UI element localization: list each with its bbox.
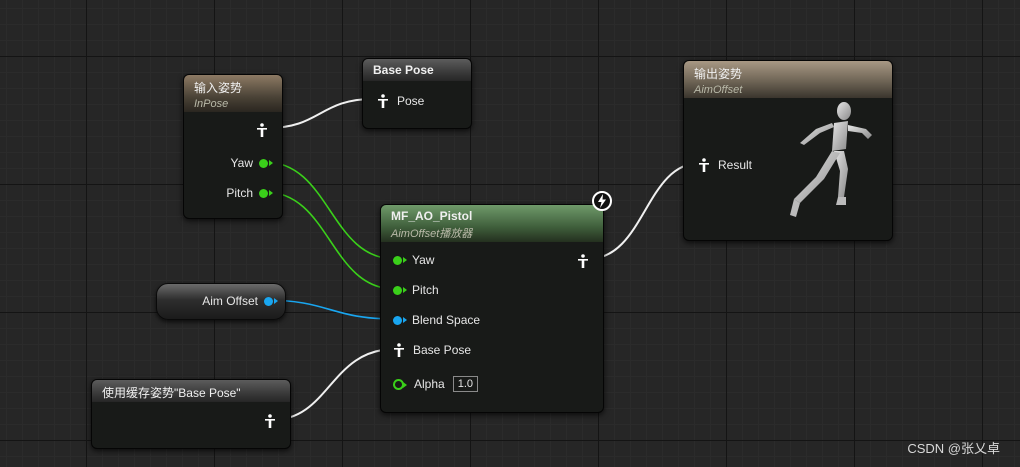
ao-blend-space-label: Blend Space	[412, 313, 481, 327]
alpha-value-field[interactable]: 1.0	[452, 376, 478, 392]
wire-inpose-to-basepose	[267, 98, 374, 129]
base-pose-pin-label: Pose	[397, 94, 425, 108]
output-pose-title: 输出姿势	[694, 67, 743, 81]
input-pose-pitch-pin[interactable]: Pitch	[226, 186, 273, 200]
yaw-label: Yaw	[230, 156, 253, 170]
ao-base-pose-pin[interactable]: Base Pose	[393, 343, 471, 357]
ao-alpha-pin[interactable]: Alpha 1.0	[393, 376, 478, 392]
aim-offset-player-subtitle: AimOffset播放器	[391, 228, 473, 240]
input-pose-header[interactable]: 输入姿势 InPose	[184, 75, 282, 112]
pose-pin-icon	[378, 94, 388, 108]
pose-pin-icon	[394, 343, 404, 357]
ao-pitch-label: Pitch	[412, 283, 439, 297]
input-pose-subtitle: InPose	[194, 98, 229, 110]
fast-path-lightning-icon	[592, 191, 612, 211]
base-pose-title: Base Pose	[373, 63, 434, 77]
aim-offset-label: Aim Offset	[202, 294, 258, 308]
base-pose-header[interactable]: Base Pose	[363, 59, 471, 81]
input-pose-node[interactable]: 输入姿势 InPose Yaw Pitch	[183, 74, 283, 219]
aim-offset-player-node[interactable]: MF_AO_Pistol AimOffset播放器 Yaw Pitch Blen…	[380, 204, 604, 413]
cached-pose-header[interactable]: 使用缓存姿势"Base Pose"	[92, 380, 290, 402]
output-result-pin[interactable]: Result	[698, 158, 752, 172]
running-mannequin-icon	[790, 102, 872, 217]
ao-yaw-pin[interactable]: Yaw	[393, 253, 434, 267]
output-pose-subtitle: AimOffset	[694, 84, 743, 96]
input-pose-yaw-pin[interactable]: Yaw	[230, 156, 273, 170]
ao-yaw-label: Yaw	[412, 253, 435, 267]
input-pose-output-pin[interactable]	[256, 123, 268, 137]
aim-offset-pin-dot[interactable]	[264, 296, 278, 306]
input-pose-title: 输入姿势	[194, 81, 243, 95]
output-pose-node[interactable]: 输出姿势 AimOffset Result	[683, 60, 893, 241]
pose-pin-icon	[265, 414, 275, 428]
ao-blend-space-pin[interactable]: Blend Space	[393, 313, 480, 327]
output-pose-header[interactable]: 输出姿势 AimOffset	[684, 61, 892, 98]
pose-pin-icon	[699, 158, 709, 172]
pitch-label: Pitch	[226, 186, 253, 200]
ao-pitch-pin[interactable]: Pitch	[393, 283, 439, 297]
cached-pose-output-pin[interactable]	[264, 414, 276, 428]
ao-pitch-pin-dot[interactable]	[393, 285, 407, 295]
ao-output-pose-pin[interactable]	[577, 254, 589, 268]
pose-pin-icon	[578, 254, 588, 268]
pose-pin-icon	[257, 123, 267, 137]
cached-pose-node[interactable]: 使用缓存姿势"Base Pose"	[91, 379, 291, 449]
ao-alpha-label: Alpha	[414, 377, 445, 391]
base-pose-input-pin[interactable]: Pose	[377, 94, 424, 108]
pitch-pin-dot[interactable]	[259, 188, 273, 198]
cached-pose-title: 使用缓存姿势"Base Pose"	[102, 386, 241, 400]
watermark: CSDN @张乂卓	[907, 441, 1000, 456]
ao-alpha-pin-dot[interactable]	[393, 378, 407, 390]
aim-offset-variable-pin[interactable]: Aim Offset	[202, 294, 278, 308]
ao-base-pose-label: Base Pose	[413, 343, 472, 357]
aim-offset-player-title: MF_AO_Pistol	[391, 209, 473, 223]
ao-yaw-pin-dot[interactable]	[393, 255, 407, 265]
wire-pitch	[264, 191, 396, 290]
yaw-pin-dot[interactable]	[259, 158, 273, 168]
base-pose-node[interactable]: Base Pose Pose	[362, 58, 472, 129]
aim-offset-player-header[interactable]: MF_AO_Pistol AimOffset播放器	[381, 205, 603, 242]
ao-blend-space-pin-dot[interactable]	[393, 315, 407, 325]
wire-yaw	[264, 161, 396, 260]
aim-offset-variable-node[interactable]: Aim Offset	[156, 283, 286, 320]
result-label: Result	[718, 158, 753, 172]
